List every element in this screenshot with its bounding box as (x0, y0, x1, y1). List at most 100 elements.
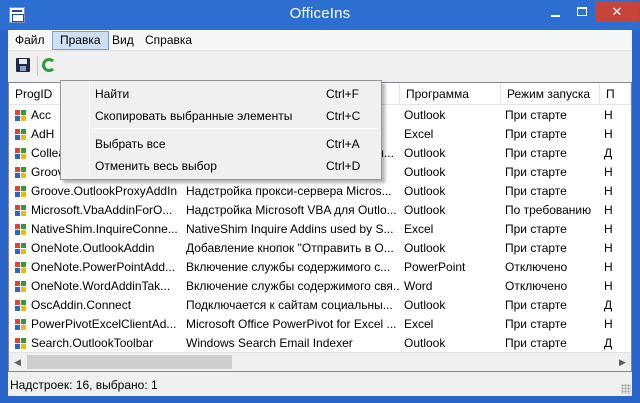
cell-startup-mode: Отключено (505, 260, 568, 274)
menu-item-deselect-all[interactable]: Отменить весь выбор Ctrl+D (63, 155, 379, 177)
save-button[interactable] (14, 56, 32, 74)
menu-file[interactable]: Файл (8, 31, 52, 50)
app-window: OfficeIns ✕ Файл Правка Вид Справка Prog… (0, 0, 640, 403)
cell-program: Outlook (404, 336, 446, 350)
menu-item-shortcut: Ctrl+F (326, 87, 359, 101)
scroll-left-button[interactable]: ◀ (9, 353, 26, 371)
cell-progid: PowerPivotExcelClientAd... (31, 317, 177, 331)
cell-description: Включение службы содержимого с... (186, 260, 391, 274)
minimize-icon (550, 14, 560, 17)
cell-startup-mode: При старте (505, 108, 567, 122)
cell-description: Подключается к сайтам социальны... (186, 298, 393, 312)
close-button[interactable]: ✕ (595, 1, 639, 22)
table-row[interactable]: Microsoft.VbaAddinForO... Надстройка Micr… (9, 201, 631, 220)
table-row[interactable]: Groove.OutlookProxyAddIn Надстройка прокс… (9, 182, 631, 201)
cell-program: Outlook (404, 146, 446, 160)
cell-program: Outlook (404, 165, 446, 179)
cell-startup-mode: Отключено (505, 279, 568, 293)
cell-startup-mode: При старте (505, 336, 567, 350)
cell-progid: OneNote.PowerPointAdd... (31, 260, 176, 274)
horizontal-scrollbar[interactable]: ◀ ▶ (9, 352, 631, 371)
menu-help[interactable]: Справка (138, 31, 199, 50)
cell-extra: Н (604, 165, 613, 179)
cell-progid: Groove.OutlookProxyAddIn (31, 184, 178, 198)
chevron-left-icon: ◀ (14, 356, 21, 367)
cell-extra: Н (604, 222, 613, 236)
menu-item-shortcut: Ctrl+A (326, 137, 360, 151)
cell-extra: Д (604, 336, 613, 350)
column-header-program[interactable]: Программа (400, 83, 501, 105)
refresh-icon (42, 58, 56, 72)
table-row[interactable]: OneNote.WordAddinTak... Включение службы … (9, 277, 631, 296)
cell-program: Excel (404, 127, 434, 141)
menu-bar: Файл Правка Вид Справка (8, 30, 632, 50)
cell-program: Excel (404, 222, 434, 236)
addin-icon (15, 319, 26, 330)
menu-separator (92, 128, 378, 129)
cell-program: Outlook (404, 184, 446, 198)
status-text: Надстроек: 16, выбрано: 1 (10, 378, 158, 392)
menu-item-copy-selected[interactable]: Скопировать выбранные элементы Ctrl+C (63, 105, 379, 127)
cell-extra: Н (604, 203, 613, 217)
cell-progid: OscAddin.Connect (31, 298, 132, 312)
cell-program: Outlook (404, 241, 446, 255)
menu-item-label: Найти (95, 87, 130, 101)
minimize-button[interactable] (541, 1, 569, 22)
client-area: Файл Правка Вид Справка ProgID Программа… (8, 30, 632, 396)
table-row[interactable]: OscAddin.Connect Подключается к сайтам со… (9, 296, 631, 315)
refresh-button[interactable] (40, 56, 58, 74)
cell-description: Надстройка Microsoft VBA для Outlo... (186, 203, 397, 217)
menu-item-find[interactable]: Найти Ctrl+F (63, 83, 379, 105)
close-icon: ✕ (611, 3, 623, 19)
table-row[interactable]: Search.OutlookToolbar Windows Search Emai… (9, 334, 631, 353)
maximize-icon (577, 7, 587, 16)
menu-edit[interactable]: Правка (52, 31, 109, 50)
menu-item-shortcut: Ctrl+D (326, 159, 361, 173)
maximize-button[interactable] (569, 1, 595, 22)
toolbar-separator (37, 56, 38, 76)
addin-icon (15, 300, 26, 311)
cell-extra: Н (604, 108, 613, 122)
cell-startup-mode: При старте (505, 222, 567, 236)
cell-description: NativeShim Inquire Addins used by S... (186, 222, 394, 236)
table-row[interactable]: OneNote.PowerPointAdd... Включение службы… (9, 258, 631, 277)
table-row[interactable]: PowerPivotExcelClientAd... Microsoft Offi… (9, 315, 631, 334)
cell-extra: Н (604, 184, 613, 198)
cell-startup-mode: При старте (505, 184, 567, 198)
cell-program: Word (404, 279, 433, 293)
addin-icon (15, 110, 26, 121)
cell-description: Microsoft Office PowerPivot for Excel ..… (186, 317, 397, 331)
title-bar[interactable]: OfficeIns ✕ (0, 0, 640, 30)
cell-progid: OneNote.WordAddinTak... (31, 279, 171, 293)
scroll-thumb[interactable] (27, 355, 232, 369)
cell-startup-mode: При старте (505, 127, 567, 141)
addin-icon (15, 186, 26, 197)
cell-progid: Search.OutlookToolbar (31, 336, 154, 350)
resize-grip-icon[interactable] (621, 384, 631, 394)
cell-startup-mode: При старте (505, 298, 567, 312)
addin-icon (15, 167, 26, 178)
cell-extra: Н (604, 317, 613, 331)
cell-description: Добавление кнопок "Отправить в О... (186, 241, 394, 255)
edit-menu-dropdown: Найти Ctrl+F Скопировать выбранные элеме… (60, 80, 382, 180)
cell-progid: NativeShim.InquireConne... (31, 222, 178, 236)
column-header-startup-mode[interactable]: Режим запуска (501, 83, 600, 105)
cell-description: Windows Search Email Indexer (186, 336, 353, 350)
table-row[interactable]: NativeShim.InquireConne... NativeShim Inq… (9, 220, 631, 239)
cell-progid: Microsoft.VbaAddinForO... (31, 203, 173, 217)
addin-icon (15, 262, 26, 273)
column-header-extra[interactable]: П (600, 83, 631, 105)
table-row[interactable]: OneNote.OutlookAddin Добавление кнопок "О… (9, 239, 631, 258)
scroll-right-button[interactable]: ▶ (614, 353, 631, 371)
addin-icon (15, 148, 26, 159)
chevron-right-icon: ▶ (619, 356, 626, 367)
cell-startup-mode: При старте (505, 146, 567, 160)
menu-view[interactable]: Вид (105, 31, 141, 50)
menu-item-select-all[interactable]: Выбрать все Ctrl+A (63, 133, 379, 155)
cell-startup-mode: При старте (505, 317, 567, 331)
cell-startup-mode: При старте (505, 241, 567, 255)
menu-item-shortcut: Ctrl+C (326, 109, 361, 123)
menu-item-label: Отменить весь выбор (95, 159, 217, 173)
toolbar (8, 50, 632, 82)
cell-description: Включение службы содержимого свя... (186, 279, 400, 293)
